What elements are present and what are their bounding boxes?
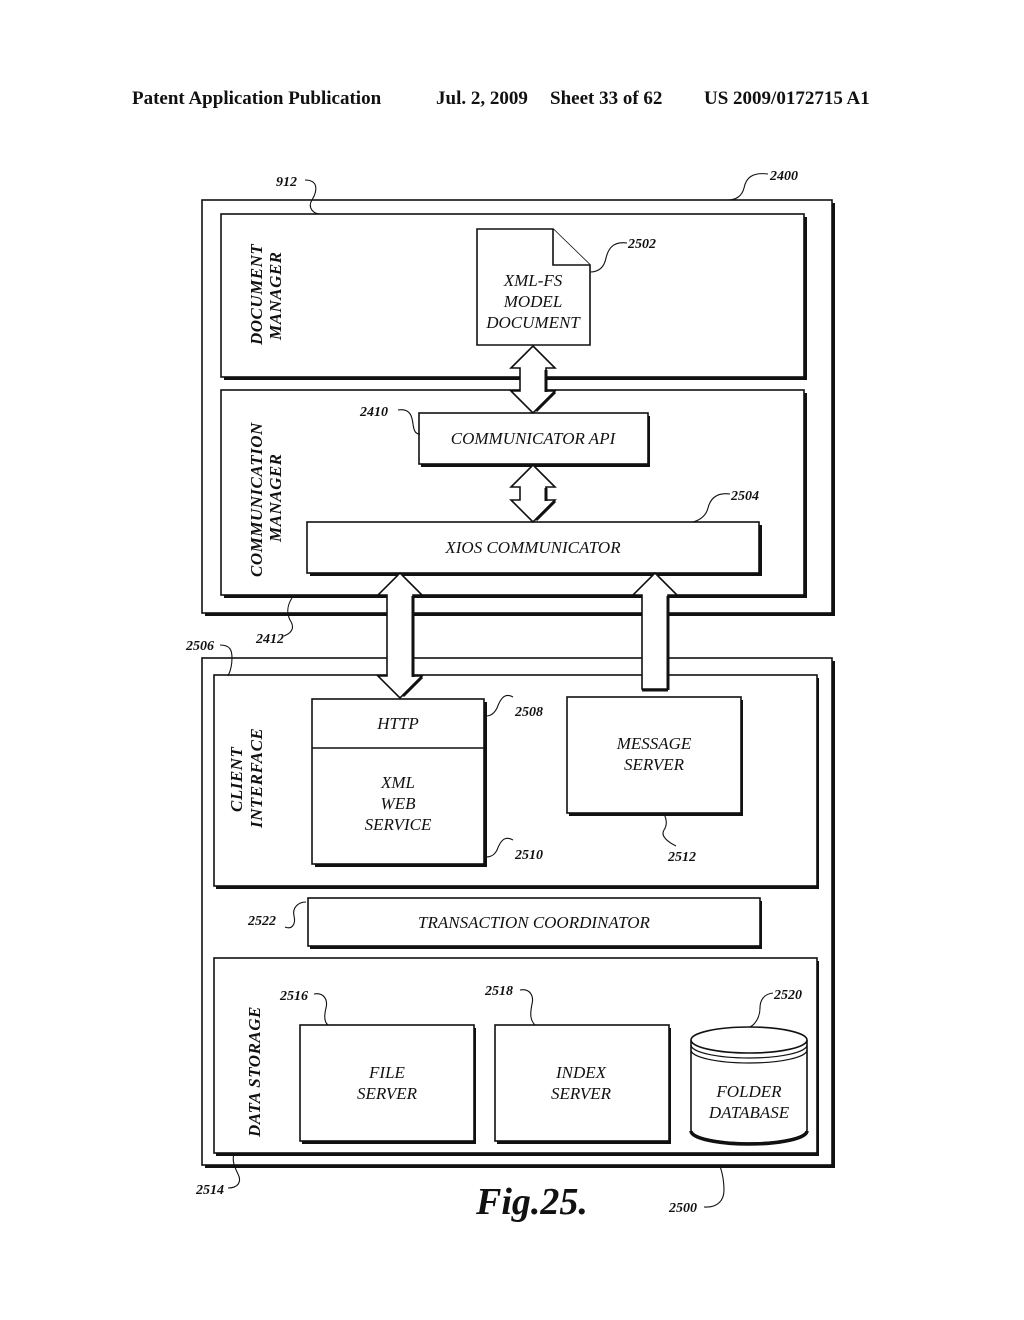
ref-2522: 2522	[247, 914, 276, 929]
communication-manager-label-2: MANAGER	[266, 453, 285, 543]
ref-2502: 2502	[627, 237, 656, 252]
document-line-1: XML-FS	[503, 271, 563, 290]
ref-2516: 2516	[279, 989, 308, 1004]
figure-caption: Fig.25.	[475, 1181, 588, 1223]
ref-2520: 2520	[773, 988, 802, 1003]
document-manager-label-2: MANAGER	[266, 251, 285, 341]
file-server-line-2: SERVER	[357, 1084, 418, 1103]
index-server-box: INDEX SERVER	[494, 1024, 671, 1144]
xml-web-service-line-1: XML	[380, 773, 415, 792]
ref-2500: 2500	[668, 1201, 697, 1216]
xml-web-service-line-3: SERVICE	[365, 815, 432, 834]
figure-diagram: DOCUMENT MANAGER XML-FS MODEL DOCUMENT C…	[185, 169, 835, 1223]
ref-912: 912	[276, 175, 297, 190]
communicator-api-box: COMMUNICATOR API	[418, 412, 650, 467]
file-server-box: FILE SERVER	[299, 1024, 476, 1144]
transaction-coordinator-label: TRANSACTION COORDINATOR	[418, 913, 650, 932]
xios-communicator-box: XIOS COMMUNICATOR	[306, 521, 762, 576]
ref-2410: 2410	[359, 405, 388, 420]
http-xml-web-service-box: HTTP XML WEB SERVICE	[311, 698, 487, 867]
http-label: HTTP	[376, 714, 419, 733]
xios-communicator-label: XIOS COMMUNICATOR	[444, 538, 621, 557]
data-storage-label: DATA STORAGE	[245, 1006, 264, 1138]
client-interface-label-1: CLIENT	[227, 747, 246, 812]
message-server-line-2: SERVER	[624, 755, 685, 774]
ref-2400: 2400	[769, 169, 798, 184]
ref-2518: 2518	[484, 984, 513, 999]
message-server-box: MESSAGE SERVER	[566, 696, 743, 816]
file-server-line-1: FILE	[368, 1063, 406, 1082]
communicator-api-label: COMMUNICATOR API	[451, 429, 617, 448]
document-manager-label-1: DOCUMENT	[247, 244, 266, 346]
xml-web-service-line-2: WEB	[381, 794, 417, 813]
ref-2412: 2412	[255, 632, 284, 647]
message-server-line-1: MESSAGE	[616, 734, 692, 753]
ref-2512: 2512	[667, 850, 696, 865]
ref-2504: 2504	[730, 489, 759, 504]
client-interface-label-2: INTERFACE	[247, 728, 266, 829]
double-arrow-xios-http	[376, 571, 424, 700]
index-server-line-1: INDEX	[555, 1063, 607, 1082]
communication-manager-label-1: COMMUNICATION	[247, 422, 266, 577]
folder-database-line-2: DATABASE	[708, 1103, 790, 1122]
index-server-line-2: SERVER	[551, 1084, 612, 1103]
folder-database-cylinder: FOLDER DATABASE	[689, 1026, 809, 1146]
document-line-2: MODEL	[503, 292, 563, 311]
transaction-coordinator-box: TRANSACTION COORDINATOR	[307, 897, 762, 949]
document-line-3: DOCUMENT	[485, 313, 581, 332]
ref-2514: 2514	[195, 1183, 224, 1198]
ref-2508: 2508	[514, 705, 543, 720]
folder-database-line-1: FOLDER	[715, 1082, 782, 1101]
ref-2510: 2510	[514, 848, 543, 863]
ref-2506: 2506	[185, 639, 214, 654]
